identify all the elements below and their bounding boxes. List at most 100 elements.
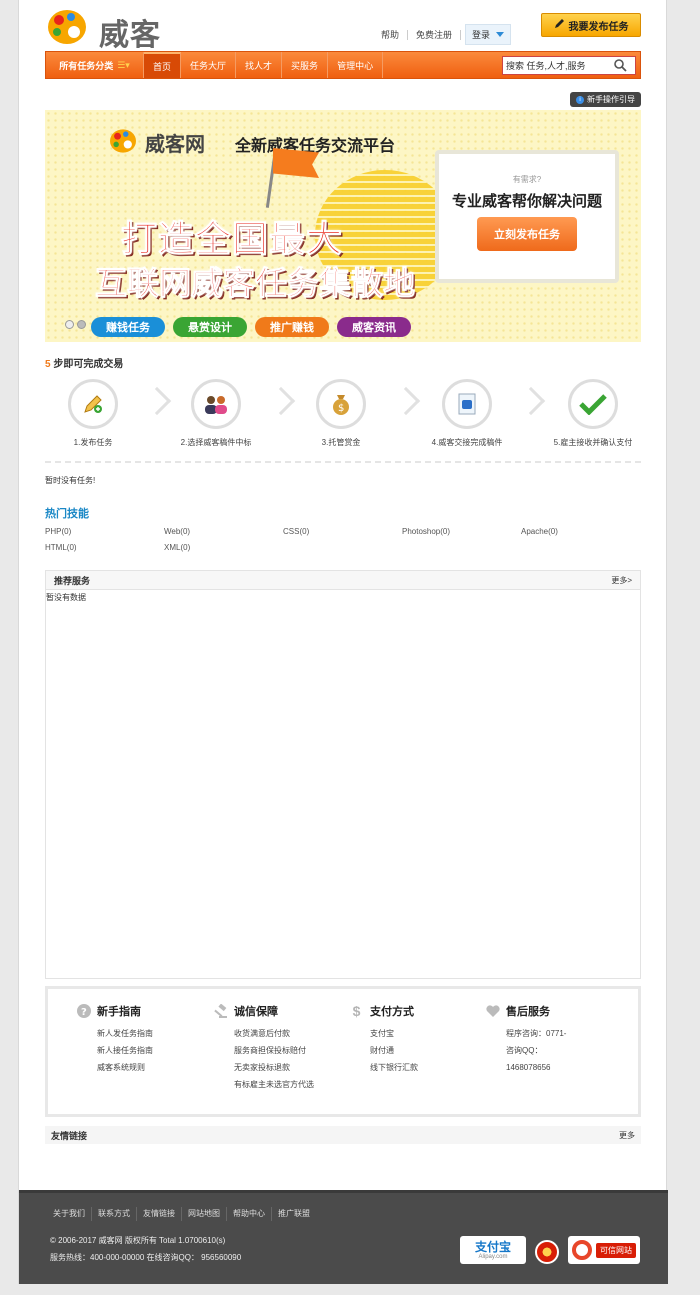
service-link[interactable]: 财付通 — [370, 1042, 418, 1059]
service-column-title: 售后服务 — [506, 1006, 550, 1018]
friend-links-bar: 友情链接 更多 — [45, 1126, 641, 1144]
service-text: 1468078656 — [506, 1063, 551, 1072]
search-icon[interactable] — [613, 58, 627, 74]
skill-link[interactable]: Photoshop(0) — [402, 527, 450, 536]
nav-item-task-hall[interactable]: 任务大厅 — [181, 52, 237, 78]
info-icon: i — [576, 95, 584, 104]
nav-item-home[interactable]: 首页 — [144, 52, 182, 78]
svg-text:?: ? — [81, 1007, 87, 1018]
service-column-title: 诚信保障 — [234, 1006, 278, 1018]
site-footer: 关于我们 联系方式 友情链接 网站地图 帮助中心 推广联盟 © 2006-201… — [19, 1190, 668, 1284]
newbie-guide-button[interactable]: i 新手操作引导 — [570, 92, 641, 107]
slider-dots — [65, 320, 86, 329]
service-column-header: 售后服务 — [485, 1003, 566, 1019]
service-info-box: ? 新手指南 新人发任务指南 新人接任务指南 威客系统规则 诚信保障 收货满意后… — [45, 986, 641, 1117]
hero-banner[interactable]: 威客网 全新威客任务交流平台 打造全国最大 互联网威客任务集散地 有需求? 专业… — [45, 110, 641, 342]
service-column: $ 支付方式 支付宝 财付通 线下银行汇款 — [349, 1003, 418, 1076]
banner-tab-reward-design[interactable]: 悬赏设计 — [173, 317, 247, 337]
search-box — [502, 56, 636, 75]
empty-text: 暂没有数据 — [46, 593, 86, 602]
publish-now-button[interactable]: 立刻发布任务 — [477, 217, 577, 251]
steps-title-text: 步即可完成交易 — [50, 359, 124, 370]
banner-tabs: 赚钱任务 悬赏设计 推广赚钱 威客资讯 — [91, 317, 411, 337]
document-icon — [442, 379, 492, 429]
service-link[interactable]: 线下银行汇款 — [370, 1059, 418, 1076]
skill-link[interactable]: PHP(0) — [45, 527, 71, 536]
flag-icon — [273, 148, 319, 178]
banner-tab-promote-earn[interactable]: 推广赚钱 — [255, 317, 329, 337]
nav-item-find-talent[interactable]: 找人才 — [236, 52, 283, 78]
step-label: 3.托管赏金 — [321, 438, 361, 447]
service-column: 售后服务 程序咨询：0771- 咨询QQ： 1468078656 — [485, 1003, 566, 1076]
page: 威客 帮助 免费注册 登录 我要发布任务 所有任务分类 ☰▾ 首页 任务大厅 找… — [18, 0, 668, 1284]
pencil-icon — [554, 18, 565, 32]
footer-links: 关于我们 联系方式 友情链接 网站地图 帮助中心 推广联盟 — [47, 1207, 316, 1221]
service-link[interactable]: 收货满意后付款 — [234, 1025, 314, 1042]
step-label: 1.发布任务 — [73, 438, 113, 447]
skill-link[interactable]: CSS(0) — [283, 527, 309, 536]
service-link[interactable]: 新人接任务指南 — [97, 1042, 153, 1059]
skill-link[interactable]: HTML(0) — [45, 543, 77, 552]
banner-tab-news[interactable]: 威客资讯 — [337, 317, 411, 337]
need-title: 专业威客帮你解决问题 — [451, 193, 602, 210]
skill-link[interactable]: Apache(0) — [521, 527, 558, 536]
service-link[interactable]: 服务商担保投标赔付 — [234, 1042, 314, 1059]
hotline-text: 服务热线：400-000-00000 在线咨询QQ： 956560090 — [50, 1253, 242, 1262]
login-dropdown[interactable]: 登录 — [465, 24, 512, 45]
more-link[interactable]: 更多> — [611, 575, 632, 586]
slider-dot[interactable] — [77, 320, 86, 329]
skill-link[interactable]: Web(0) — [164, 527, 190, 536]
footer-link-help[interactable]: 帮助中心 — [227, 1207, 272, 1221]
publish-task-label: 我要发布任务 — [568, 21, 629, 33]
step-item: 5.雇主接收并确认支付 — [538, 379, 648, 448]
trusted-site-badge[interactable]: 可信网站 — [568, 1236, 640, 1264]
help-link[interactable]: 帮助 — [373, 29, 409, 40]
copyright-text: © 2006-2017 威客网 版权所有 Total 1.0700610(s) — [50, 1236, 226, 1245]
register-link[interactable]: 免费注册 — [408, 29, 462, 40]
publish-task-button[interactable]: 我要发布任务 — [541, 13, 641, 37]
service-column-title: 支付方式 — [370, 1006, 414, 1018]
more-link[interactable]: 更多 — [619, 1130, 635, 1141]
all-categories-menu[interactable]: 所有任务分类 ☰▾ — [46, 52, 144, 78]
service-link[interactable]: 支付宝 — [370, 1025, 418, 1042]
no-task-text: 暂时没有任务! — [45, 476, 96, 485]
logo-icon[interactable] — [47, 8, 87, 46]
recommended-title: 推荐服务 — [54, 575, 91, 586]
skill-link[interactable]: XML(0) — [164, 543, 190, 552]
service-column: 诚信保障 收货满意后付款 服务商担保投标赔付 无卖家投标退款 有标雇主未选官方代… — [213, 1003, 314, 1093]
recommended-services-panel: 推荐服务 更多> 暂没有数据 — [45, 570, 641, 979]
trust-ring-icon — [572, 1240, 592, 1260]
police-badge-icon[interactable] — [535, 1240, 559, 1264]
need-question: 有需求? — [512, 175, 542, 184]
main-nav: 所有任务分类 ☰▾ 首页 任务大厅 找人才 买服务 管理中心 — [45, 51, 641, 79]
banner-slogan-line1: 打造全国最大 — [120, 218, 344, 260]
service-link[interactable]: 无卖家投标退款 — [234, 1059, 314, 1076]
slider-dot[interactable] — [65, 320, 74, 329]
footer-link-sitemap[interactable]: 网站地图 — [182, 1207, 227, 1221]
service-column: ? 新手指南 新人发任务指南 新人接任务指南 威客系统规则 — [76, 1003, 153, 1076]
step-label: 5.雇主接收并确认支付 — [553, 438, 633, 447]
step-label: 4.威客交接完成稿件 — [431, 438, 503, 447]
step-label: 2.选择威客稿件中标 — [180, 438, 252, 447]
top-links: 帮助 免费注册 登录 — [373, 24, 512, 45]
need-box: 有需求? 专业威客帮你解决问题 立刻发布任务 — [435, 150, 619, 283]
footer-link-contact[interactable]: 联系方式 — [92, 1207, 137, 1221]
nav-item-buy-service[interactable]: 买服务 — [282, 52, 329, 78]
footer-link-about[interactable]: 关于我们 — [47, 1207, 92, 1221]
list-icon: ☰▾ — [117, 59, 130, 70]
search-input[interactable] — [503, 60, 613, 71]
service-link[interactable]: 威客系统规则 — [97, 1059, 153, 1076]
alipay-badge[interactable]: 支付宝 Alipay.com — [460, 1236, 526, 1264]
svg-text:$: $ — [338, 403, 344, 414]
footer-link-affiliate[interactable]: 推广联盟 — [272, 1207, 316, 1221]
nav-item-management[interactable]: 管理中心 — [328, 52, 384, 78]
banner-logo-text: 威客网 — [145, 134, 205, 156]
trust-label: 可信网站 — [596, 1242, 636, 1258]
alipay-sub-text: Alipay.com — [478, 1253, 508, 1260]
footer-link-friends[interactable]: 友情链接 — [137, 1207, 182, 1221]
logo-text[interactable]: 威客 — [99, 10, 161, 54]
service-link[interactable]: 新人发任务指南 — [97, 1025, 153, 1042]
banner-tab-earn-tasks[interactable]: 赚钱任务 — [91, 317, 165, 337]
hot-skills-title: 热门技能 — [45, 508, 89, 520]
service-link[interactable]: 有标雇主未选官方代选 — [234, 1076, 314, 1093]
